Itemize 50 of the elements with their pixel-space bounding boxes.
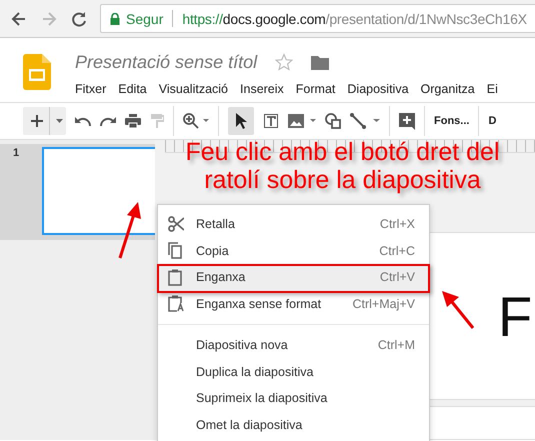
folder-icon[interactable] xyxy=(311,54,330,70)
menu-item[interactable]: Suprimeix la diapositiva xyxy=(158,385,429,412)
reload-icon[interactable] xyxy=(70,10,88,28)
security-label: Segur xyxy=(126,10,164,26)
arrow xyxy=(440,290,476,330)
menu-item[interactable]: Diapositiva nova Ctrl+M xyxy=(158,332,429,358)
menu-item[interactable]: Duplica la diapositiva xyxy=(158,358,429,385)
caret-icon xyxy=(56,119,63,123)
annotation-text: ratolí sobre la diapositiva xyxy=(204,166,481,194)
menu-item[interactable]: Ei xyxy=(486,82,498,96)
menu-item[interactable]: Insereix xyxy=(240,82,284,96)
add-comment-icon[interactable] xyxy=(399,112,415,130)
menu-item[interactable]: Visualització xyxy=(158,82,228,96)
zoom-icon[interactable] xyxy=(183,113,209,129)
background-button[interactable]: Fons... xyxy=(434,115,470,127)
copy-icon xyxy=(168,242,182,260)
document-title[interactable]: Presentació sense títol xyxy=(75,52,258,72)
text-box-icon[interactable] xyxy=(263,113,279,129)
new-slide-button[interactable] xyxy=(23,107,66,135)
star-icon[interactable] xyxy=(275,53,294,71)
address-bar[interactable]: Segur https://docs.google.com/presentation/d/1NwNsc3eCh16X xyxy=(100,4,535,33)
image-icon[interactable] xyxy=(288,114,316,128)
menu-item[interactable]: Organitza xyxy=(420,82,475,96)
shape-icon[interactable] xyxy=(325,113,341,129)
menu-item[interactable]: Diapositiva xyxy=(347,82,409,96)
cursor-icon xyxy=(236,113,246,129)
clipboard-icon xyxy=(168,295,184,312)
menu-item[interactable]: Retalla Ctrl+X xyxy=(158,211,429,238)
menu-item[interactable]: Edita xyxy=(118,82,147,96)
menu-item[interactable]: Enganxa Ctrl+V xyxy=(158,264,429,290)
menu-item[interactable]: Copia Ctrl+C xyxy=(158,238,429,264)
print-icon[interactable] xyxy=(125,114,141,128)
back-icon[interactable] xyxy=(10,10,28,28)
plus-icon xyxy=(31,115,43,127)
select-tool-button[interactable] xyxy=(228,107,254,135)
menu-item[interactable]: Enganxa sense format Ctrl+Maj+V xyxy=(158,290,429,317)
slide-title-text: F xyxy=(498,284,532,348)
url-text: https://docs.google.com/presentation/d/1NwNsc3eCh16X xyxy=(182,10,527,26)
clipboard-icon xyxy=(168,268,182,286)
scissors-icon xyxy=(168,216,184,232)
slide-number: 1 xyxy=(12,147,20,159)
toolbar-button[interactable]: D xyxy=(488,115,496,127)
menu-item[interactable]: Omet la diapositiva xyxy=(158,412,429,438)
lock-icon xyxy=(110,12,120,24)
menu-item[interactable]: Format xyxy=(296,82,336,96)
annotation-text: Feu clic amb el botó dret del xyxy=(185,138,500,166)
line-icon[interactable] xyxy=(350,113,380,129)
redo-icon[interactable] xyxy=(100,116,116,126)
menu-item[interactable]: Fitxer xyxy=(75,82,106,96)
undo-icon[interactable] xyxy=(75,116,91,126)
